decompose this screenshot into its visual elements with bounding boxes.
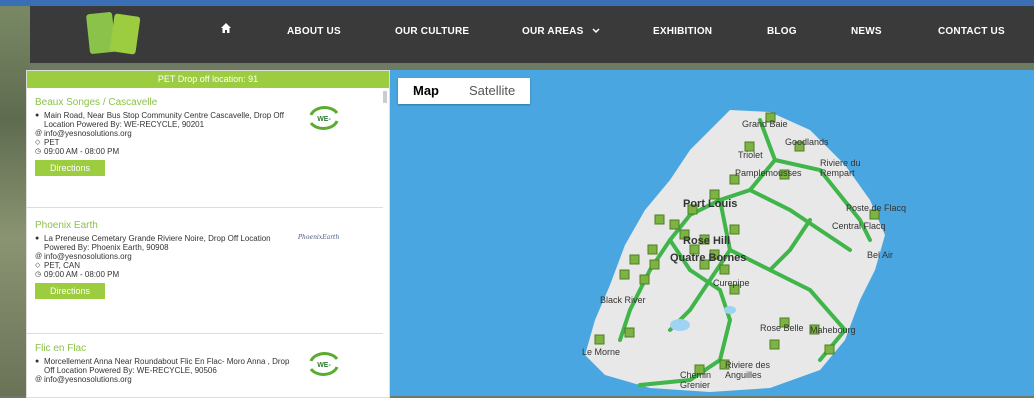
map-label-rose-belle: Rose Belle	[760, 323, 804, 333]
location-pin-icon: ●	[35, 112, 40, 119]
we-logo-text: WE-	[317, 362, 331, 369]
entry-divider	[27, 207, 383, 208]
map-label-chemin-grenier: Chemin Grenier	[680, 370, 712, 390]
tag-icon: ◇	[35, 139, 41, 146]
entry-hours-text: 09:00 AM - 08:00 PM	[44, 270, 120, 279]
nav-about-us[interactable]: ABOUT US	[287, 26, 341, 37]
map-label-quatre-bornes: Quatre Bornes	[670, 252, 747, 264]
map-label-rose-hill: Rose Hill	[683, 235, 731, 247]
map-label-central-flacq: Central Flacq	[832, 221, 886, 231]
tag-icon: ◇	[35, 262, 41, 269]
panel-scrollbar[interactable]	[383, 91, 387, 103]
location-pin-icon: ●	[35, 235, 40, 242]
map-view[interactable]: Map Satellite Grand Baie Goodlands Triol…	[390, 70, 1034, 396]
map-label-riviere-du-rempart: Riviere du Rempart	[820, 158, 861, 178]
entry-materials: ◇ PET, CAN	[35, 261, 380, 270]
entry-address-text: Morcellement Anna Near Roundabout Flic E…	[44, 357, 290, 375]
entry-hours: ◷ 09:00 AM - 08:00 PM	[35, 270, 380, 279]
entry-hours: ◷ 09:00 AM - 08:00 PM	[35, 147, 380, 156]
clock-icon: ◷	[35, 148, 42, 155]
entry-hours-text: 09:00 AM - 08:00 PM	[44, 147, 120, 156]
panel-header: PET Drop off location: 91	[27, 71, 389, 88]
location-entry: Flic en Flac ● Morcellement Anna Near Rou…	[35, 343, 380, 384]
map-label-bel-air: Bel Air	[867, 250, 894, 260]
we-logo-text: WE-	[317, 116, 331, 123]
entry-address: ● Morcellement Anna Near Roundabout Flic …	[35, 357, 294, 375]
map-label-pamplemousses: Pamplemousses	[735, 168, 802, 178]
nav-exhibition[interactable]: EXHIBITION	[653, 26, 712, 37]
entry-title[interactable]: Phoenix Earth	[35, 220, 380, 231]
nav-our-areas[interactable]: OUR AREAS	[522, 26, 600, 37]
map-label-triolet: Triolet	[738, 150, 763, 160]
entry-email: @ info@yesnosolutions.org	[35, 252, 380, 261]
home-icon[interactable]	[220, 22, 232, 34]
entry-address: ● La Preneuse Cemetary Grande Riviere Noi…	[35, 234, 294, 252]
map-canvas[interactable]	[390, 70, 1034, 396]
location-entry: Beaux Songes / Cascavelle ● Main Road, Ne…	[35, 97, 380, 176]
location-list-panel: PET Drop off location: 91 Beaux Songes /…	[26, 70, 390, 398]
map-type-toggle: Map Satellite	[398, 78, 531, 104]
location-pin-icon: ●	[35, 358, 40, 365]
entry-materials-text: PET	[44, 138, 60, 147]
map-label-le-morne: Le Morne	[582, 347, 621, 357]
entry-email-text: info@yesnosolutions.org	[44, 252, 132, 261]
nav-our-culture[interactable]: OUR CULTURE	[395, 26, 469, 37]
location-entry: Phoenix Earth ● La Preneuse Cemetary Gran…	[35, 220, 380, 299]
nav-contact-us[interactable]: CONTACT US	[938, 26, 1005, 37]
map-label-poste-de-flacq: Poste de Flacq	[846, 203, 907, 213]
at-icon: @	[35, 130, 43, 137]
entry-materials-text: PET, CAN	[44, 261, 81, 270]
directions-button[interactable]: Directions	[35, 160, 105, 176]
entry-address: ● Main Road, Near Bus Stop Community Cent…	[35, 111, 289, 129]
entry-email-text: info@yesnosolutions.org	[44, 375, 132, 384]
at-icon: @	[35, 253, 43, 260]
tab-map[interactable]: Map	[398, 78, 454, 104]
site-logo[interactable]	[85, 9, 144, 61]
nav-news[interactable]: NEWS	[851, 26, 882, 37]
chevron-down-icon	[592, 28, 600, 34]
map-label-black-river: Black River	[600, 295, 646, 305]
map-label-grand-baie: Grand Baie	[742, 119, 788, 129]
map-label-goodlands: Goodlands	[785, 137, 829, 147]
top-nav: ABOUT US OUR CULTURE OUR AREAS EXHIBITIO…	[30, 6, 1034, 63]
logo-card-right	[109, 13, 141, 55]
map-label-mahebourg: Mahebourg	[810, 325, 856, 335]
map-label-curepipe: Curepipe	[713, 278, 750, 288]
tab-satellite[interactable]: Satellite	[454, 78, 530, 104]
entry-address-text: La Preneuse Cemetary Grande Riviere Noir…	[44, 234, 271, 252]
we-recycle-logo: WE-	[309, 106, 339, 130]
entry-divider	[27, 333, 383, 334]
nav-blog[interactable]: BLOG	[767, 26, 797, 37]
directions-button[interactable]: Directions	[35, 283, 105, 299]
nav-our-areas-label: OUR AREAS	[522, 26, 584, 37]
map-label-riviere-des-anguilles: Riviere des Anguilles	[725, 360, 771, 380]
clock-icon: ◷	[35, 271, 42, 278]
phoenix-earth-logo: PhoenixEarth	[298, 234, 340, 241]
entry-materials: ◇ PET	[35, 138, 380, 147]
at-icon: @	[35, 376, 43, 383]
we-recycle-logo: WE-	[309, 352, 339, 376]
entry-email-text: info@yesnosolutions.org	[44, 129, 132, 138]
entry-address-text: Main Road, Near Bus Stop Community Centr…	[44, 111, 284, 129]
map-label-port-louis: Port Louis	[683, 198, 738, 210]
